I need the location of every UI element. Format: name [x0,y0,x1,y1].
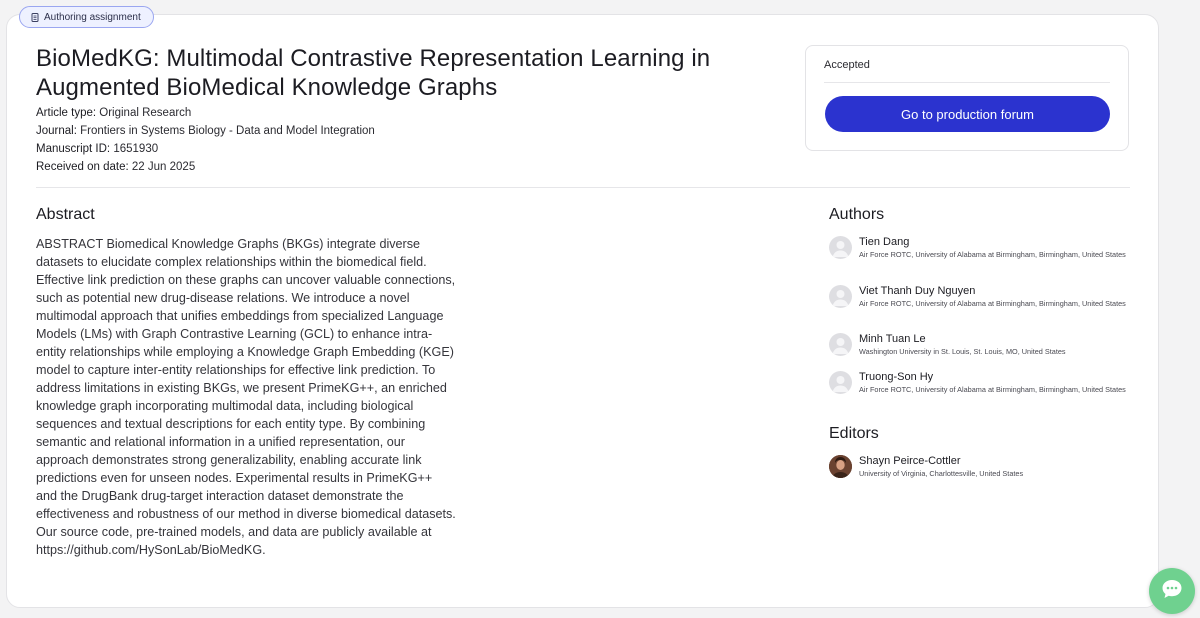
document-icon [31,12,39,22]
author-affiliation: Washington University in St. Louis, St. … [859,347,1066,356]
meta-received-date: Received on date: 22 Jun 2025 [36,161,196,173]
author-item[interactable]: Viet Thanh Duy Nguyen Air Force ROTC, Uni… [829,285,1129,309]
author-item[interactable]: Minh Tuan Le Washington University in St.… [829,333,1129,357]
article-title: BioMedKG: Multimodal Contrastive Represe… [36,45,711,101]
author-affiliation: Air Force ROTC, University of Alabama at… [859,385,1126,394]
avatar [829,371,852,394]
editors-heading: Editors [829,425,879,442]
abstract-text: ABSTRACT Biomedical Knowledge Graphs (BK… [36,237,456,557]
meta-manuscript-id: Manuscript ID: 1651930 [36,143,159,155]
author-item[interactable]: Tien Dang Air Force ROTC, University of A… [829,236,1129,260]
authors-heading: Authors [829,206,885,223]
article-meta: Article type: Original Research Journal:… [36,104,375,176]
authoring-assignment-chip[interactable]: Authoring assignment [19,6,154,28]
editor-item[interactable]: Shayn Peirce-Cottler University of Virgin… [829,455,1129,479]
editor-affiliation: University of Virginia, Charlottesville,… [859,469,1024,478]
abstract-heading: Abstract [36,206,95,223]
author-affiliation: Air Force ROTC, University of Alabama at… [859,299,1126,308]
author-name: Minh Tuan Le [859,333,926,345]
avatar [829,455,852,478]
author-name: Tien Dang [859,236,910,248]
author-item[interactable]: Truong-Son Hy Air Force ROTC, University … [829,371,1129,395]
editor-name: Shayn Peirce-Cottler [859,455,961,467]
chat-bubble-icon [1161,579,1183,604]
status-label: Accepted [824,59,870,71]
status-divider [824,82,1110,83]
avatar [829,236,852,259]
author-name: Truong-Son Hy [859,371,934,383]
section-divider [36,187,1130,188]
chip-label: Authoring assignment [44,11,141,23]
meta-journal: Journal: Frontiers in Systems Biology - … [36,125,375,137]
chat-button[interactable] [1149,568,1195,614]
meta-article-type: Article type: Original Research [36,107,192,119]
production-forum-button[interactable]: Go to production forum [825,96,1110,132]
author-name: Viet Thanh Duy Nguyen [859,285,976,297]
author-affiliation: Air Force ROTC, University of Alabama at… [859,250,1126,259]
avatar [829,285,852,308]
avatar [829,333,852,356]
status-panel: Accepted Go to production forum [805,45,1129,151]
